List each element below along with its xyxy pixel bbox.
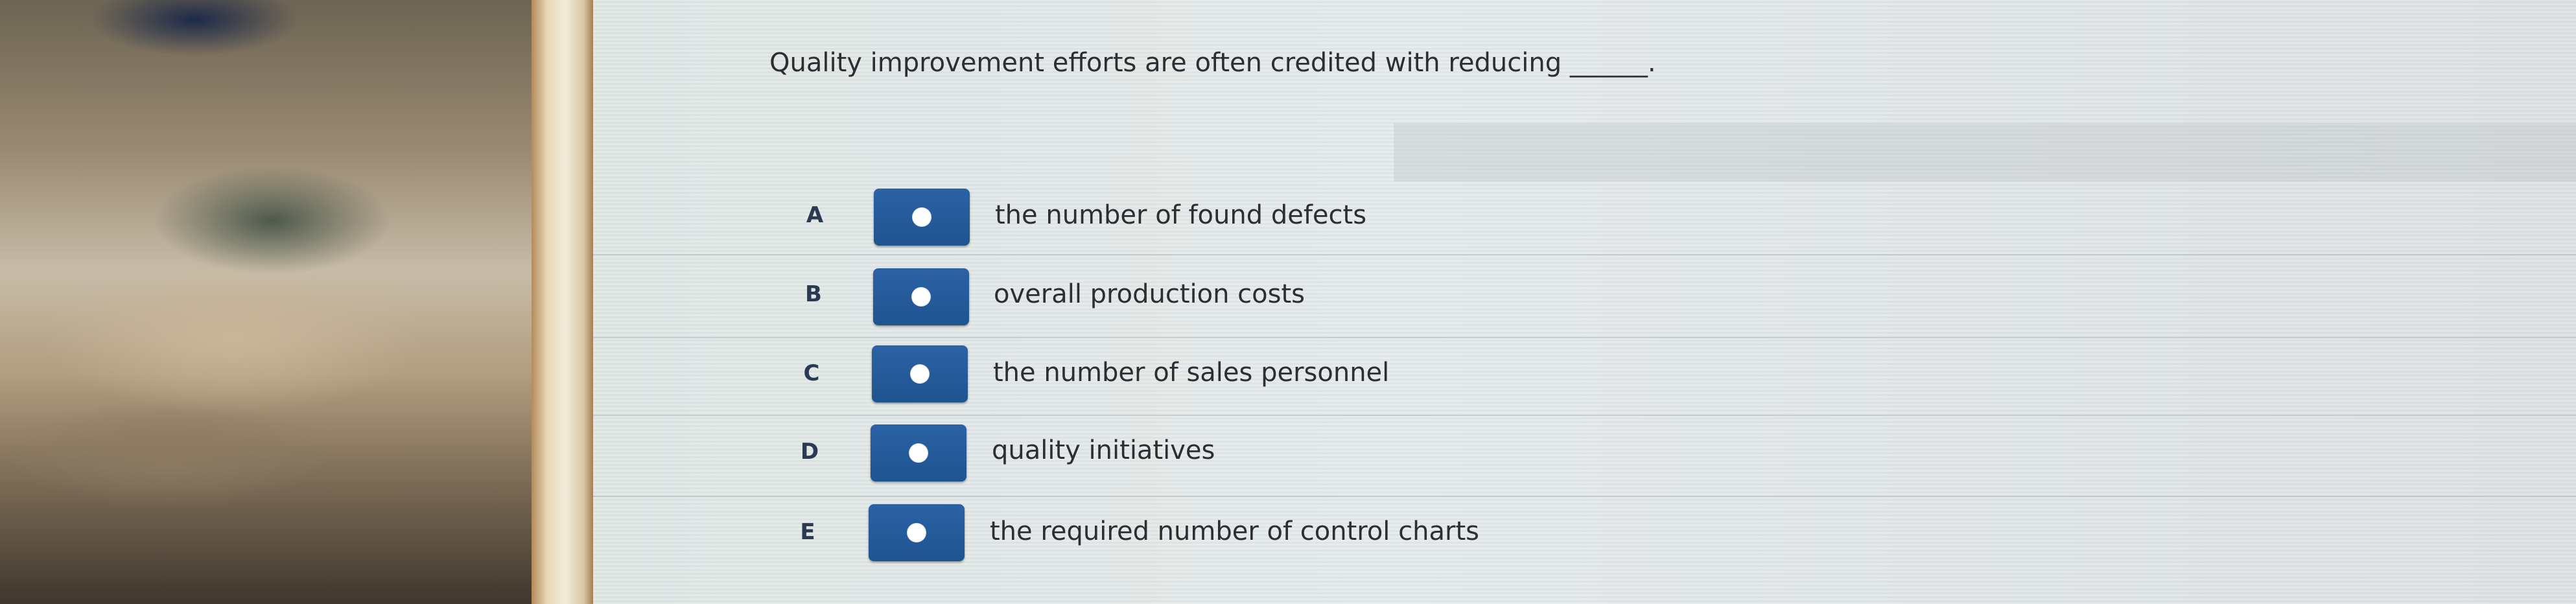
option-a-letter: A (806, 202, 824, 228)
question-prompt: Quality improvement efforts are often cr… (769, 48, 1656, 78)
option-b-text: overall production costs (994, 279, 1305, 309)
option-c-text: the number of sales personnel (993, 358, 1390, 388)
option-d-letter: D (800, 439, 819, 465)
row-divider (593, 496, 2576, 497)
monitor-bezel (532, 0, 593, 604)
option-a-text: the number of found defects (995, 200, 1367, 230)
background-desk-blur (0, 0, 570, 604)
option-c-letter: C (803, 360, 820, 386)
option-b-letter: B (805, 281, 822, 307)
option-e-radio-button[interactable] (869, 504, 965, 561)
row-divider (593, 337, 2576, 338)
row-divider (593, 254, 2576, 255)
option-c-radio-button[interactable] (872, 345, 968, 402)
screen-glare-band (1394, 123, 2576, 181)
option-d-text: quality initiatives (992, 436, 1215, 465)
option-e-letter: E (800, 519, 815, 545)
option-d-radio-button[interactable] (871, 424, 966, 482)
option-a-radio-button[interactable] (874, 189, 970, 246)
option-e-text: the required number of control charts (990, 517, 1479, 546)
option-b-radio-button[interactable] (873, 268, 969, 325)
row-divider (593, 415, 2576, 416)
radio-dot-icon (911, 287, 931, 307)
radio-dot-icon (909, 443, 928, 463)
photo-frame: Quality improvement efforts are often cr… (0, 0, 2576, 604)
radio-dot-icon (907, 523, 926, 542)
radio-dot-icon (910, 364, 930, 384)
radio-dot-icon (912, 207, 931, 227)
